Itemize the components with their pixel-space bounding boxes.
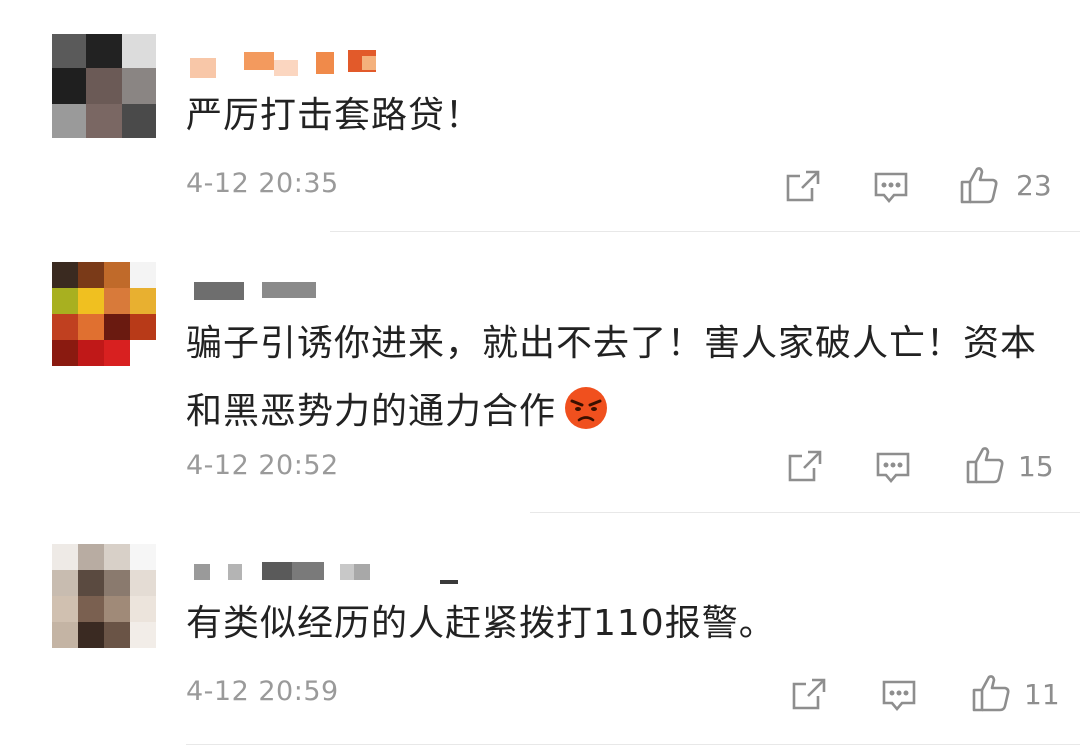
reply-icon[interactable] <box>874 450 912 486</box>
username[interactable] <box>190 280 330 310</box>
thumbs-up-icon[interactable] <box>970 672 1012 714</box>
avatar[interactable] <box>52 262 156 366</box>
comment-time: 4-12 20:35 <box>186 168 339 199</box>
share-icon[interactable] <box>786 448 824 484</box>
divider <box>186 744 1080 745</box>
username[interactable] <box>190 50 390 80</box>
comment-text: 有类似经历的人赶紧拨打110报警。 <box>186 603 776 644</box>
comment-text-content: 骗子引诱你进来，就出不去了！害人家破人亡！资本和黑恶势力的通力合作 <box>186 323 1038 432</box>
divider <box>530 512 1080 513</box>
thumbs-up-icon[interactable] <box>964 444 1006 486</box>
share-icon[interactable] <box>784 168 822 204</box>
reply-icon[interactable] <box>880 678 918 714</box>
comment-text: 骗子引诱你进来，就出不去了！害人家破人亡！资本和黑恶势力的通力合作 <box>186 310 1066 446</box>
avatar[interactable] <box>52 544 156 648</box>
comment-text: 严厉打击套路贷！ <box>186 95 483 136</box>
comment-item: 骗子引诱你进来，就出不去了！害人家破人亡！资本和黑恶势力的通力合作 4-12 2… <box>0 232 1080 514</box>
comment-item: 有类似经历的人赶紧拨打110报警。 4-12 20:59 11 <box>0 514 1080 748</box>
angry-face-icon <box>562 383 611 431</box>
comment-list: 严厉打击套路贷！ 4-12 20:35 23 骗子引诱你进来，就出不去了！害人家… <box>0 0 1080 748</box>
like-count: 15 <box>1018 450 1054 483</box>
like-count: 11 <box>1024 678 1060 711</box>
comment-item: 严厉打击套路贷！ 4-12 20:35 23 <box>0 0 1080 232</box>
comment-time: 4-12 20:59 <box>186 676 339 707</box>
reply-icon[interactable] <box>872 170 910 206</box>
like-count: 23 <box>1016 169 1052 202</box>
avatar[interactable] <box>52 34 156 138</box>
share-icon[interactable] <box>790 676 828 712</box>
username[interactable] <box>190 558 470 588</box>
thumbs-up-icon[interactable] <box>958 164 1000 206</box>
comment-time: 4-12 20:52 <box>186 450 339 481</box>
